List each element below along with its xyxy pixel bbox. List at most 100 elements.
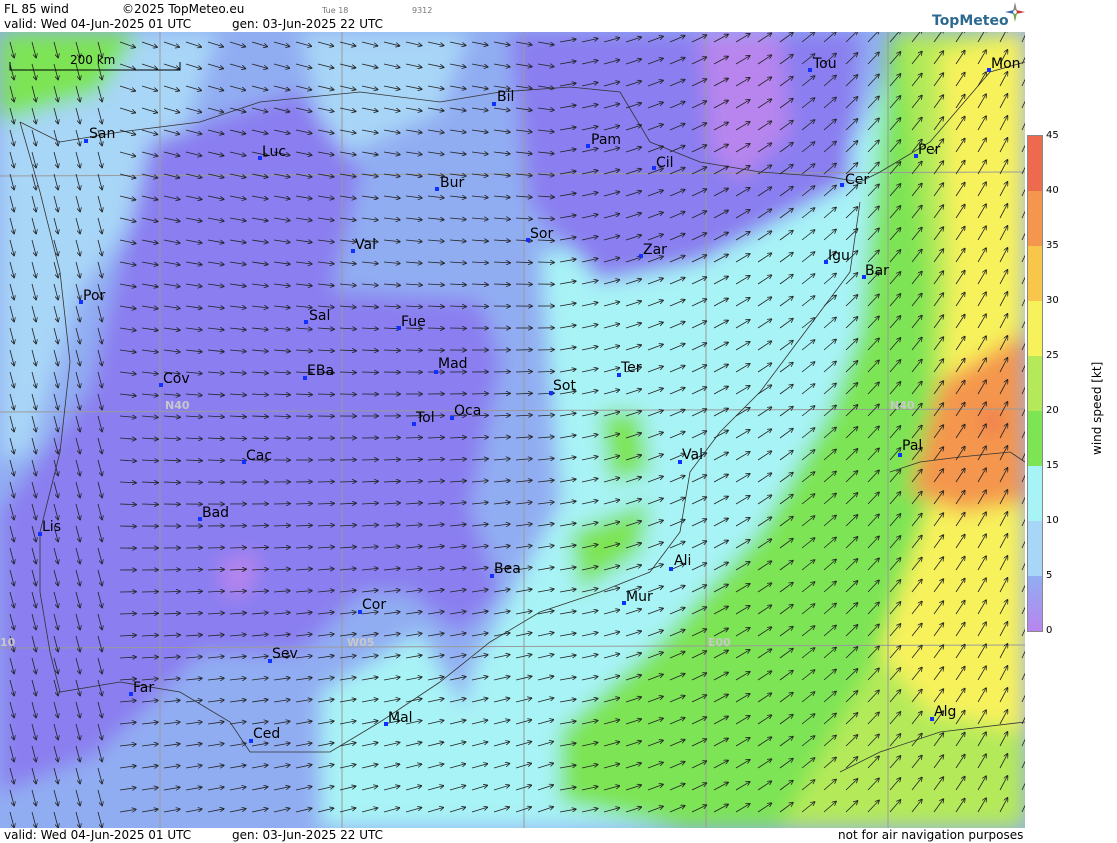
- tiny-time: Tue 18: [322, 6, 349, 15]
- city-marker: Fue: [397, 314, 426, 330]
- svg-text:Far: Far: [133, 680, 154, 696]
- colorbar-tick: 5: [1046, 570, 1053, 581]
- wind-arrow: [537, 262, 554, 263]
- svg-text:Ali: Ali: [674, 553, 691, 569]
- wind-arrow: [229, 548, 246, 549]
- svg-text:Zar: Zar: [643, 242, 667, 258]
- svg-text:Pam: Pam: [591, 132, 621, 148]
- city-marker: Bea: [490, 561, 521, 578]
- svg-text:Bea: Bea: [494, 561, 521, 577]
- wind-arrow: [141, 504, 158, 505]
- svg-text:Fue: Fue: [401, 314, 426, 330]
- product-title: FL 85 wind: [4, 2, 69, 16]
- colorbar-segment: [1028, 466, 1042, 521]
- svg-text:Luc: Luc: [262, 144, 286, 160]
- wind-arrow: [427, 328, 444, 329]
- header-bar: FL 85 wind ©2025 TopMeteo.eu Tue 18 9312…: [0, 0, 1025, 32]
- svg-text:Tol: Tol: [415, 410, 435, 426]
- svg-text:Cer: Cer: [845, 172, 869, 188]
- city-marker: Sor: [526, 226, 553, 242]
- wind-arrow: [515, 372, 532, 373]
- city-marker: EBa: [303, 363, 334, 380]
- wind-map[interactable]: 200 km N40 N40 W05 E00 10 San Luc Bil Pa…: [0, 32, 1025, 828]
- svg-text:Per: Per: [918, 142, 941, 158]
- city-marker: Alg: [930, 704, 956, 721]
- grid-label: N40: [890, 399, 915, 412]
- footer-bar: valid: Wed 04-Jun-2025 01 UTC gen: 03-Ju…: [0, 828, 1025, 843]
- svg-text:Bil: Bil: [497, 89, 514, 105]
- svg-text:Mal: Mal: [388, 710, 413, 726]
- city-marker: Sev: [268, 646, 298, 663]
- svg-text:Sal: Sal: [309, 308, 330, 324]
- city-marker: Pam: [586, 132, 621, 148]
- city-marker: Sot: [549, 378, 576, 395]
- svg-text:Cac: Cac: [246, 448, 272, 464]
- footer-valid-time: valid: Wed 04-Jun-2025 01 UTC: [4, 828, 192, 842]
- svg-text:Bur: Bur: [440, 175, 464, 191]
- city-marker: Ter: [617, 360, 642, 377]
- grid-label: W05: [347, 636, 374, 649]
- city-marker: Igu: [824, 248, 850, 264]
- svg-text:Lis: Lis: [42, 519, 61, 535]
- svg-text:Sot: Sot: [553, 378, 576, 394]
- city-marker: Far: [129, 680, 154, 696]
- city-marker: Mon: [987, 56, 1021, 72]
- svg-text:Igu: Igu: [828, 248, 850, 264]
- city-marker: Val: [351, 237, 376, 253]
- city-marker: Oca: [450, 403, 481, 420]
- svg-text:Tou: Tou: [812, 56, 837, 72]
- wind-arrow: [405, 438, 422, 439]
- colorbar-segment: [1028, 356, 1042, 411]
- city-marker: Val: [678, 447, 703, 464]
- wind-arrow: [317, 394, 334, 395]
- valid-time: valid: Wed 04-Jun-2025 01 UTC: [4, 17, 192, 31]
- city-marker: Bad: [198, 505, 229, 521]
- wind-arrow: [471, 306, 488, 307]
- city-marker: Cac: [242, 448, 272, 464]
- city-marker: Bur: [435, 175, 464, 191]
- colorbar-tick: 10: [1046, 515, 1059, 526]
- city-marker: Cor: [358, 597, 386, 614]
- svg-text:Sor: Sor: [530, 226, 553, 242]
- wind-arrow: [471, 394, 488, 395]
- city-marker: Cer: [840, 172, 869, 188]
- disclaimer: not for air navigation purposes: [838, 828, 1024, 842]
- wind-arrow: [251, 526, 268, 527]
- colorbar-tick: 30: [1046, 295, 1059, 306]
- city-marker: Por: [79, 288, 106, 304]
- colorbar-segment: [1028, 521, 1042, 576]
- colorbar-tick: 0: [1046, 625, 1053, 636]
- svg-text:Mon: Mon: [991, 56, 1021, 72]
- wind-arrow: [119, 614, 136, 615]
- city-marker: Cil: [652, 155, 674, 171]
- svg-text:Cil: Cil: [656, 155, 674, 171]
- city-marker: Bar: [862, 263, 889, 279]
- city-marker: Mad: [434, 356, 468, 374]
- wind-arrow: [361, 372, 378, 373]
- svg-text:Sev: Sev: [272, 646, 298, 662]
- colorbar-tick: 35: [1046, 240, 1059, 251]
- svg-text:San: San: [89, 126, 115, 142]
- city-marker: Tou: [808, 56, 837, 72]
- wind-arrow: [295, 504, 312, 505]
- svg-text:Ter: Ter: [620, 360, 642, 376]
- svg-text:Bar: Bar: [865, 263, 889, 279]
- wind-speed-colorbar: [1027, 135, 1043, 632]
- svg-text:Ced: Ced: [253, 726, 280, 742]
- city-marker: Luc: [258, 144, 286, 160]
- city-marker: Per: [914, 142, 941, 158]
- svg-text:Cor: Cor: [362, 597, 386, 613]
- colorbar-segment: [1028, 136, 1042, 191]
- city-marker: Lis: [38, 519, 61, 536]
- grid-label: 10: [0, 636, 16, 649]
- city-marker: Cov: [159, 371, 190, 387]
- wind-arrow: [361, 460, 378, 461]
- colorbar-tick: 45: [1046, 130, 1059, 141]
- grid-label: N40: [165, 399, 190, 412]
- svg-text:EBa: EBa: [307, 363, 334, 379]
- colorbar-tick: 15: [1046, 460, 1059, 471]
- svg-text:Bad: Bad: [202, 505, 229, 521]
- city-marker: Tol: [412, 410, 435, 426]
- svg-text:Mur: Mur: [626, 589, 653, 605]
- colorbar-title: wind speed [kt]: [1090, 361, 1104, 455]
